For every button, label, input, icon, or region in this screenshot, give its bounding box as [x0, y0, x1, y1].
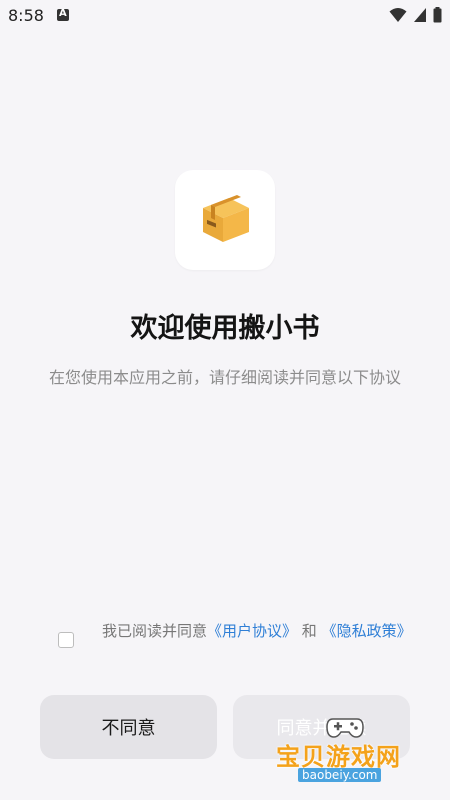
user-agreement-link[interactable]: 《用户协议》	[207, 622, 297, 640]
wifi-icon	[389, 7, 407, 23]
agree-checkbox[interactable]	[58, 632, 74, 648]
status-time: 8:58	[8, 6, 44, 25]
watermark-url: baobeiy.com	[298, 768, 382, 782]
disagree-button[interactable]: 不同意	[40, 695, 217, 759]
disagree-button-label: 不同意	[101, 718, 156, 739]
agree-button-label: 同意并继续	[276, 718, 367, 739]
agree-button[interactable]: 同意并继续	[233, 695, 410, 759]
welcome-title: 欢迎使用搬小书	[130, 313, 320, 344]
consent-screen: 8:58 A 欢迎使用搬小书 在您使用本应用之前，请仔细阅读并同意以下协议 我已…	[0, 0, 450, 800]
a-icon	[57, 8, 69, 21]
agreement-text: 我已阅读并同意《用户协议》 和 《隐私政策》	[102, 619, 422, 643]
privacy-policy-link[interactable]: 《隐私政策》	[322, 622, 412, 640]
agreement-prefix: 我已阅读并同意	[102, 622, 208, 640]
intro-text: 在您使用本应用之前，请仔细阅读并同意以下协议	[48, 368, 401, 387]
status-bar: 8:58	[0, 0, 450, 32]
app-icon	[175, 170, 275, 270]
battery-icon	[433, 7, 442, 23]
status-icons	[389, 7, 442, 23]
signal-icon	[413, 7, 427, 23]
agreement-conjunction: 和	[297, 622, 322, 640]
